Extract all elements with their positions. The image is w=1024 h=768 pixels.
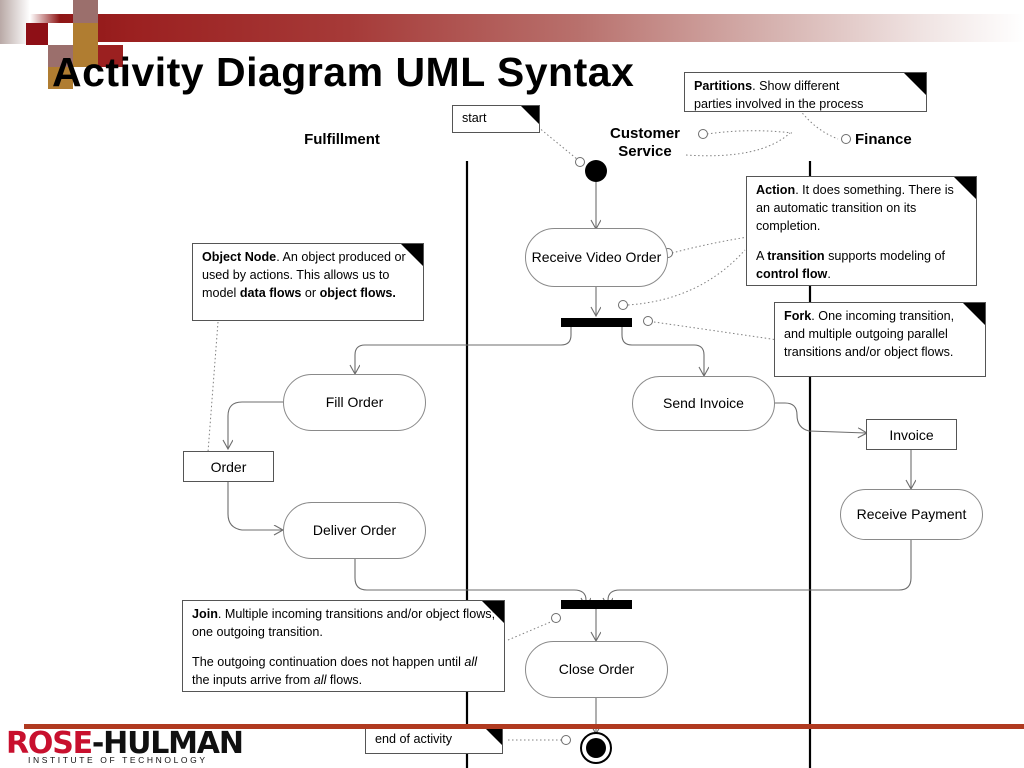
action-fill-order[interactable]: Fill Order [283, 374, 426, 431]
note-action-p2-bold1: transition [767, 248, 825, 263]
note-join-p2-i1: all [464, 654, 477, 669]
note-fold-icon [904, 73, 926, 95]
note-action-p2-bold2: control flow [756, 266, 828, 281]
note-fold-icon [963, 303, 985, 325]
note-action-bold: Action [756, 183, 796, 197]
note-fork-bold: Fork [784, 309, 812, 323]
partition-label-finance: Finance [855, 131, 912, 148]
note-start: start [452, 105, 540, 133]
note-join-p2-i2: all [313, 672, 327, 687]
object-node-invoice[interactable]: Invoice [866, 419, 957, 450]
note-object-node: Object Node. An object produced or used … [192, 243, 424, 321]
action-label: Receive Payment [856, 506, 967, 523]
action-close-order[interactable]: Close Order [525, 641, 668, 698]
note-partitions: Partitions. Show different parties invol… [684, 72, 927, 112]
note-action-p2-pre: A [756, 248, 768, 263]
deco-square-4 [73, 23, 98, 45]
note-join-rest: . Multiple incoming transitions and/or o… [192, 607, 496, 639]
note-action-p2-end: . [827, 266, 831, 281]
action-send-invoice[interactable]: Send Invoice [632, 376, 775, 431]
note-start-text: start [462, 111, 487, 125]
note-join-p2-pre: The outgoing continuation does not happe… [192, 654, 465, 669]
note-action-p2-mid: supports modeling of [824, 248, 946, 263]
note-fold-icon [484, 727, 502, 745]
note-objnode-bold: Object Node [202, 250, 277, 264]
note-partitions-bold: Partitions [694, 79, 753, 93]
note-join-p2-end: flows. [326, 672, 363, 687]
note-objnode-rest2: or [301, 285, 320, 300]
page-title: Activity Diagram UML Syntax [52, 49, 635, 95]
deco-square-3 [73, 0, 98, 23]
note-fold-icon [521, 106, 539, 124]
action-receive-payment[interactable]: Receive Payment [840, 489, 983, 540]
note-action: Action. It does something. There is an a… [746, 176, 977, 286]
object-node-label: Invoice [889, 426, 934, 443]
deco-square-2 [26, 23, 48, 45]
action-label: Fill Order [325, 394, 384, 411]
action-label: Send Invoice [663, 395, 744, 412]
note-fold-icon [954, 177, 976, 199]
note-join-p2-mid: the inputs arrive from [192, 672, 314, 687]
slide-canvas: Activity Diagram UML Syntax Fulfillment … [0, 0, 1024, 768]
action-label: Deliver Order [312, 522, 397, 539]
initial-node [585, 160, 607, 182]
note-join-bold: Join [192, 607, 218, 621]
note-end-text: end of activity [375, 732, 453, 746]
action-receive-video-order[interactable]: Receive Video Order [525, 228, 668, 287]
note-objnode-bold3: object flows. [319, 285, 396, 300]
partition-label-fulfillment: Fulfillment [304, 131, 380, 148]
action-deliver-order[interactable]: Deliver Order [283, 502, 426, 559]
final-node-ring [580, 732, 612, 764]
note-partitions-rest: . Show different [752, 79, 840, 93]
object-node-order[interactable]: Order [183, 451, 274, 482]
note-join: Join. Multiple incoming transitions and/… [182, 600, 505, 692]
header-gradient-bar [30, 14, 1024, 42]
note-partitions-line2: parties involved in the process [694, 96, 864, 111]
note-end-of-activity: end of activity [365, 726, 503, 754]
join-bar [561, 600, 632, 609]
note-fork: Fork. One incoming transition, and multi… [774, 302, 986, 377]
note-fold-icon [401, 244, 423, 266]
action-label: Close Order [558, 661, 635, 678]
object-node-label: Order [210, 458, 247, 475]
partition-label-customer-service: Customer Service [609, 125, 680, 160]
note-fold-icon [482, 601, 504, 623]
rose-hulman-logo: ROSE-HULMAN INSTITUTE OF TECHNOLOGY [6, 726, 244, 765]
fork-bar [561, 318, 632, 327]
action-label: Receive Video Order [531, 249, 662, 266]
note-objnode-bold2: data flows [239, 285, 302, 300]
final-node-core [586, 738, 606, 758]
deco-square-8 [48, 23, 73, 45]
